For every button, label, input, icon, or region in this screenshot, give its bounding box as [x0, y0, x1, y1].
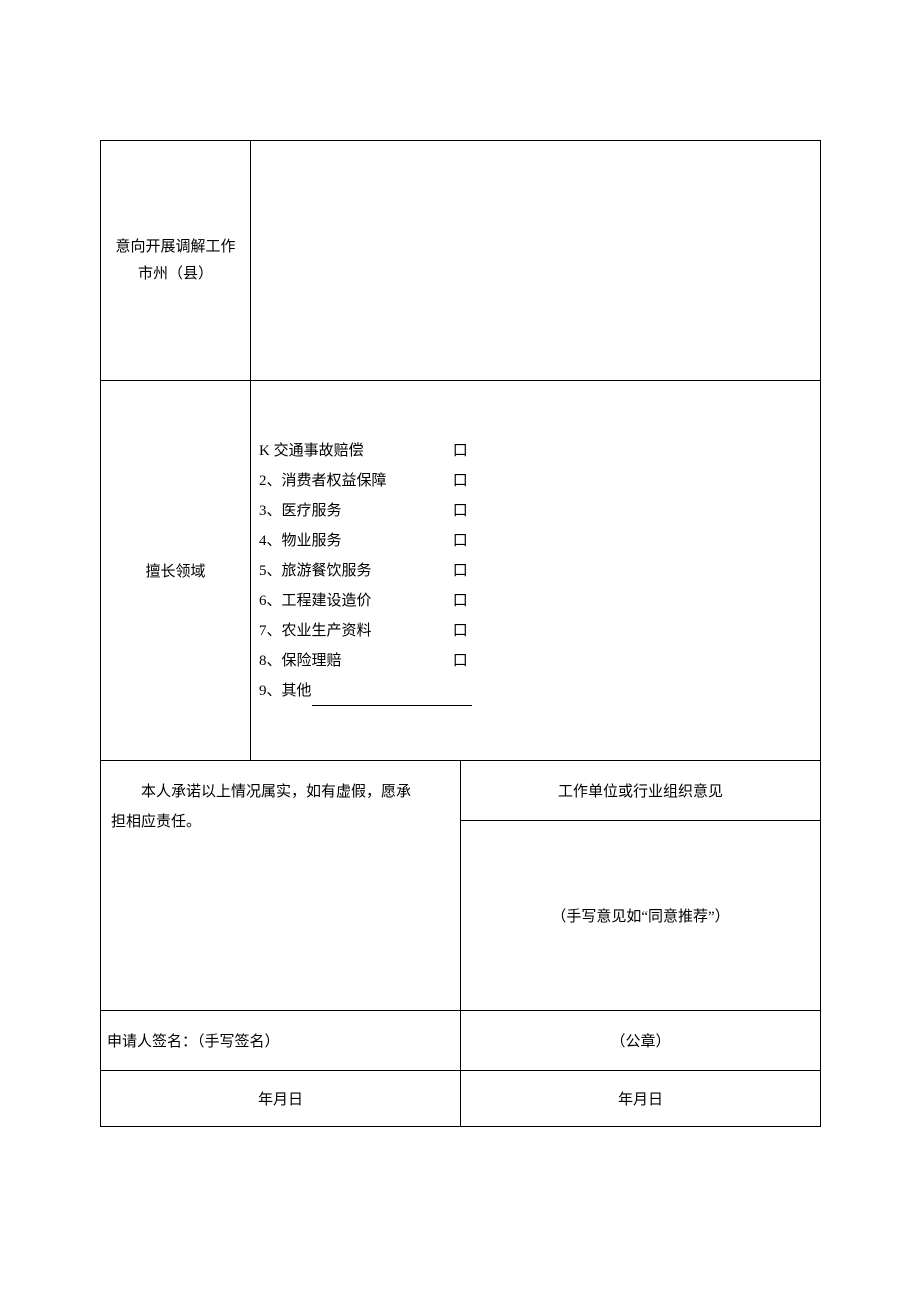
row-intended-region: 意向开展调解工作 市州（县）: [101, 141, 821, 381]
expertise-item-7-label: 7、农业生产资料: [259, 616, 449, 646]
declaration-text-line2: 担相应责任。: [111, 807, 450, 837]
checkbox-icon[interactable]: 口: [453, 586, 468, 616]
row-dates: 年月日 年月日: [101, 1071, 821, 1127]
official-seal[interactable]: （公章）: [461, 1011, 821, 1071]
expertise-item-3: 3、医疗服务 口: [259, 496, 820, 526]
checkbox-icon[interactable]: 口: [453, 466, 468, 496]
form-table: 意向开展调解工作 市州（县） 擅长领域 K 交通事故赔偿 口 2、消费者权益保障…: [100, 140, 821, 1127]
expertise-item-7: 7、农业生产资料 口: [259, 616, 820, 646]
expertise-list: K 交通事故赔偿 口 2、消费者权益保障 口 3、医疗服务 口 4、物业服务 口: [259, 436, 820, 706]
expertise-item-4-label: 4、物业服务: [259, 526, 449, 556]
row-expertise: 擅长领域 K 交通事故赔偿 口 2、消费者权益保障 口 3、医疗服务 口: [101, 381, 821, 761]
expertise-options: K 交通事故赔偿 口 2、消费者权益保障 口 3、医疗服务 口 4、物业服务 口: [251, 381, 821, 761]
expertise-item-3-label: 3、医疗服务: [259, 496, 449, 526]
row-signature: 申请人签名：（手写签名） （公章）: [101, 1011, 821, 1071]
org-opinion-hint[interactable]: （手写意见如“同意推荐”）: [461, 821, 821, 1011]
label-intended-region-line1: 意向开展调解工作: [101, 234, 250, 261]
label-intended-region: 意向开展调解工作 市州（县）: [101, 141, 251, 381]
expertise-item-8-label: 8、保险理赔: [259, 646, 449, 676]
expertise-item-5-label: 5、旅游餐饮服务: [259, 556, 449, 586]
date-left[interactable]: 年月日: [101, 1071, 461, 1127]
applicant-signature[interactable]: 申请人签名：（手写签名）: [101, 1011, 461, 1071]
expertise-item-4: 4、物业服务 口: [259, 526, 820, 556]
checkbox-icon[interactable]: 口: [453, 646, 468, 676]
expertise-item-other: 9、其他: [259, 676, 820, 706]
label-intended-region-line2: 市州（县）: [101, 261, 250, 288]
label-expertise: 擅长领域: [101, 381, 251, 761]
row-declaration-header: 本人承诺以上情况属实，如有虚假，愿承 担相应责任。 工作单位或行业组织意见: [101, 761, 821, 821]
expertise-item-6: 6、工程建设造价 口: [259, 586, 820, 616]
expertise-item-8: 8、保险理赔 口: [259, 646, 820, 676]
checkbox-icon[interactable]: 口: [453, 496, 468, 526]
checkbox-icon[interactable]: 口: [453, 526, 468, 556]
expertise-other-label: 9、其他: [259, 683, 312, 699]
checkbox-icon[interactable]: 口: [453, 436, 468, 466]
form-page: 意向开展调解工作 市州（县） 擅长领域 K 交通事故赔偿 口 2、消费者权益保障…: [100, 140, 820, 1127]
declaration-text: 本人承诺以上情况属实，如有虚假，愿承: [111, 777, 450, 807]
expertise-item-1-label: K 交通事故赔偿: [259, 436, 449, 466]
expertise-item-1: K 交通事故赔偿 口: [259, 436, 820, 466]
org-opinion-header: 工作单位或行业组织意见: [461, 761, 821, 821]
expertise-other-input[interactable]: [312, 691, 472, 706]
input-intended-region[interactable]: [251, 141, 821, 381]
date-right[interactable]: 年月日: [461, 1071, 821, 1127]
expertise-item-5: 5、旅游餐饮服务 口: [259, 556, 820, 586]
declaration-cell: 本人承诺以上情况属实，如有虚假，愿承 担相应责任。: [101, 761, 461, 1011]
checkbox-icon[interactable]: 口: [453, 616, 468, 646]
expertise-item-2-label: 2、消费者权益保障: [259, 466, 449, 496]
expertise-item-2: 2、消费者权益保障 口: [259, 466, 820, 496]
expertise-item-6-label: 6、工程建设造价: [259, 586, 449, 616]
checkbox-icon[interactable]: 口: [453, 556, 468, 586]
